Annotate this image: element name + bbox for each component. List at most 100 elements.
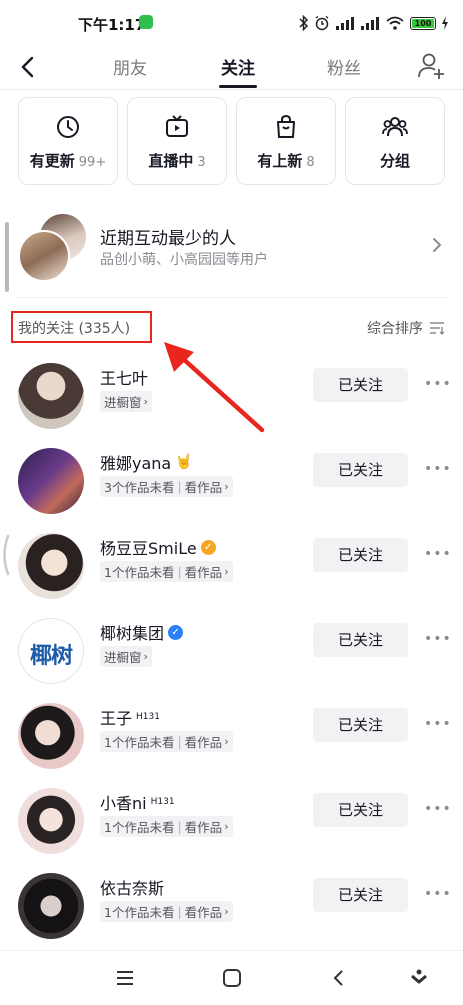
user-name: 小香ni [100, 794, 147, 813]
group-icon [382, 117, 408, 137]
least-interaction-entry[interactable]: 近期互动最少的人 品创小萌、小高园园等用户 [0, 200, 463, 292]
name-superscript: H131 [150, 797, 175, 807]
following-row[interactable]: 小香ni H131 1个作品未看 | 看作品 › 已关注 ••• [0, 782, 463, 867]
tag-unwatched[interactable]: 1个作品未看 | 看作品 › [100, 561, 233, 582]
filter-label: 直播中 [148, 152, 194, 170]
followed-button[interactable]: 已关注 [313, 708, 408, 742]
followed-button[interactable]: 已关注 [313, 368, 408, 402]
top-tab-bar: 朋友 关注 粉丝 [0, 44, 463, 90]
system-navigation-bar [0, 950, 463, 1005]
chevron-right-icon: › [143, 650, 148, 663]
back-icon[interactable] [328, 967, 350, 989]
followed-button[interactable]: 已关注 [313, 878, 408, 912]
following-row[interactable]: 王子 H131 1个作品未看 | 看作品 › 已关注 ••• [0, 697, 463, 782]
avatar: 椰树 [18, 618, 84, 684]
chevron-right-icon: › [224, 735, 229, 748]
more-options-icon[interactable]: ••• [424, 377, 451, 391]
following-row[interactable]: 椰树 椰树集团 ✓ 进橱窗 › 已关注 ••• [0, 612, 463, 697]
filter-new-items[interactable]: 有上新 8 [236, 97, 336, 185]
tag-unwatched[interactable]: 1个作品未看 | 看作品 › [100, 816, 233, 837]
filter-live[interactable]: 直播中 3 [127, 97, 227, 185]
battery-icon: 100 [410, 16, 436, 30]
followed-button[interactable]: 已关注 [313, 538, 408, 572]
signal-icon [336, 17, 354, 30]
tag-unwatched[interactable]: 1个作品未看 | 看作品 › [100, 901, 233, 922]
sort-icon [430, 322, 445, 335]
following-row[interactable]: 雅娜yana 🤘 3个作品未看 | 看作品 › 已关注 ••• [0, 442, 463, 527]
filter-label: 有更新 [29, 152, 75, 170]
avatar [18, 788, 84, 854]
verified-badge-icon: ✓ [168, 624, 184, 640]
least-interaction-title: 近期互动最少的人 [100, 229, 236, 249]
user-name: 杨豆豆SmiLe [100, 539, 197, 558]
following-row[interactable]: 杨豆豆SmiLe ✓ 1个作品未看 | 看作品 › 已关注 ••• [0, 527, 463, 612]
bluetooth-icon [299, 15, 309, 31]
wifi-icon [386, 16, 404, 30]
scroll-indicator [5, 222, 9, 292]
back-arrow-icon[interactable] [14, 52, 44, 82]
user-name: 依古奈斯 [100, 879, 165, 898]
sort-button[interactable]: 综合排序 [367, 318, 445, 338]
followed-button[interactable]: 已关注 [313, 453, 408, 487]
user-name: 雅娜yana [100, 454, 172, 473]
tag-showcase[interactable]: 进橱窗 › [100, 391, 152, 412]
filter-count: 8 [306, 155, 315, 170]
status-bar: 下午1:17 100 [0, 0, 463, 44]
avatar [18, 533, 84, 599]
filter-groups[interactable]: 分组 [345, 97, 445, 185]
edge-gesture-handle [3, 534, 10, 576]
alarm-icon [315, 15, 329, 31]
followed-button[interactable]: 已关注 [313, 623, 408, 657]
avatar [18, 448, 84, 514]
status-icons: 100 [299, 12, 449, 34]
following-row[interactable]: 王七叶 进橱窗 › 已关注 ••• [0, 357, 463, 442]
tag-unwatched[interactable]: 3个作品未看 | 看作品 › [100, 476, 233, 497]
avatar [18, 703, 84, 769]
chevron-right-icon: › [224, 480, 229, 493]
chevron-right-icon: › [224, 820, 229, 833]
least-interaction-subtitle: 品创小萌、小高园园等用户 [100, 252, 268, 268]
clock-icon [57, 116, 79, 138]
rock-hand-emoji: 🤘 [175, 454, 193, 470]
followed-button[interactable]: 已关注 [313, 793, 408, 827]
user-name: 王七叶 [100, 369, 149, 388]
more-options-icon[interactable]: ••• [424, 887, 451, 901]
home-icon[interactable] [221, 967, 243, 989]
avatar [18, 363, 84, 429]
more-options-icon[interactable]: ••• [424, 632, 451, 646]
chevron-right-icon: › [143, 395, 148, 408]
active-tab-indicator [219, 85, 257, 88]
more-options-icon[interactable]: ••• [424, 717, 451, 731]
filter-label: 有上新 [257, 152, 303, 170]
wechat-notification-icon [139, 15, 153, 29]
menu-icon[interactable] [114, 967, 136, 989]
user-name: 王子 [100, 709, 133, 728]
filter-label: 分组 [379, 152, 410, 170]
avatar [18, 873, 84, 939]
verified-badge-icon: ✓ [200, 539, 216, 555]
tab-following[interactable]: 关注 [221, 54, 255, 79]
annotation-highlight-box [11, 311, 152, 343]
more-options-icon[interactable]: ••• [424, 462, 451, 476]
tab-fans[interactable]: 粉丝 [327, 54, 361, 79]
tag-unwatched[interactable]: 1个作品未看 | 看作品 › [100, 731, 233, 752]
chevron-right-icon: › [224, 565, 229, 578]
filter-count: 3 [197, 155, 206, 170]
hide-navigation-icon[interactable] [408, 967, 430, 989]
more-options-icon[interactable]: ••• [424, 547, 451, 561]
user-name: 椰树集团 [100, 624, 165, 643]
more-options-icon[interactable]: ••• [424, 802, 451, 816]
tab-friends[interactable]: 朋友 [113, 54, 147, 79]
filter-updates[interactable]: 有更新 99+ [18, 97, 118, 185]
signal-icon-2 [361, 17, 379, 30]
add-user-icon[interactable] [417, 51, 447, 81]
charging-icon [442, 16, 448, 30]
filter-count: 99+ [78, 155, 107, 170]
following-row[interactable]: 依古奈斯 1个作品未看 | 看作品 › 已关注 ••• [0, 867, 463, 952]
chevron-right-icon [433, 238, 442, 252]
tag-showcase[interactable]: 进橱窗 › [100, 646, 152, 667]
sort-label: 综合排序 [367, 321, 423, 337]
brand-logo: 椰树 [29, 644, 73, 669]
avatar [18, 230, 70, 282]
header-divider [0, 89, 463, 90]
